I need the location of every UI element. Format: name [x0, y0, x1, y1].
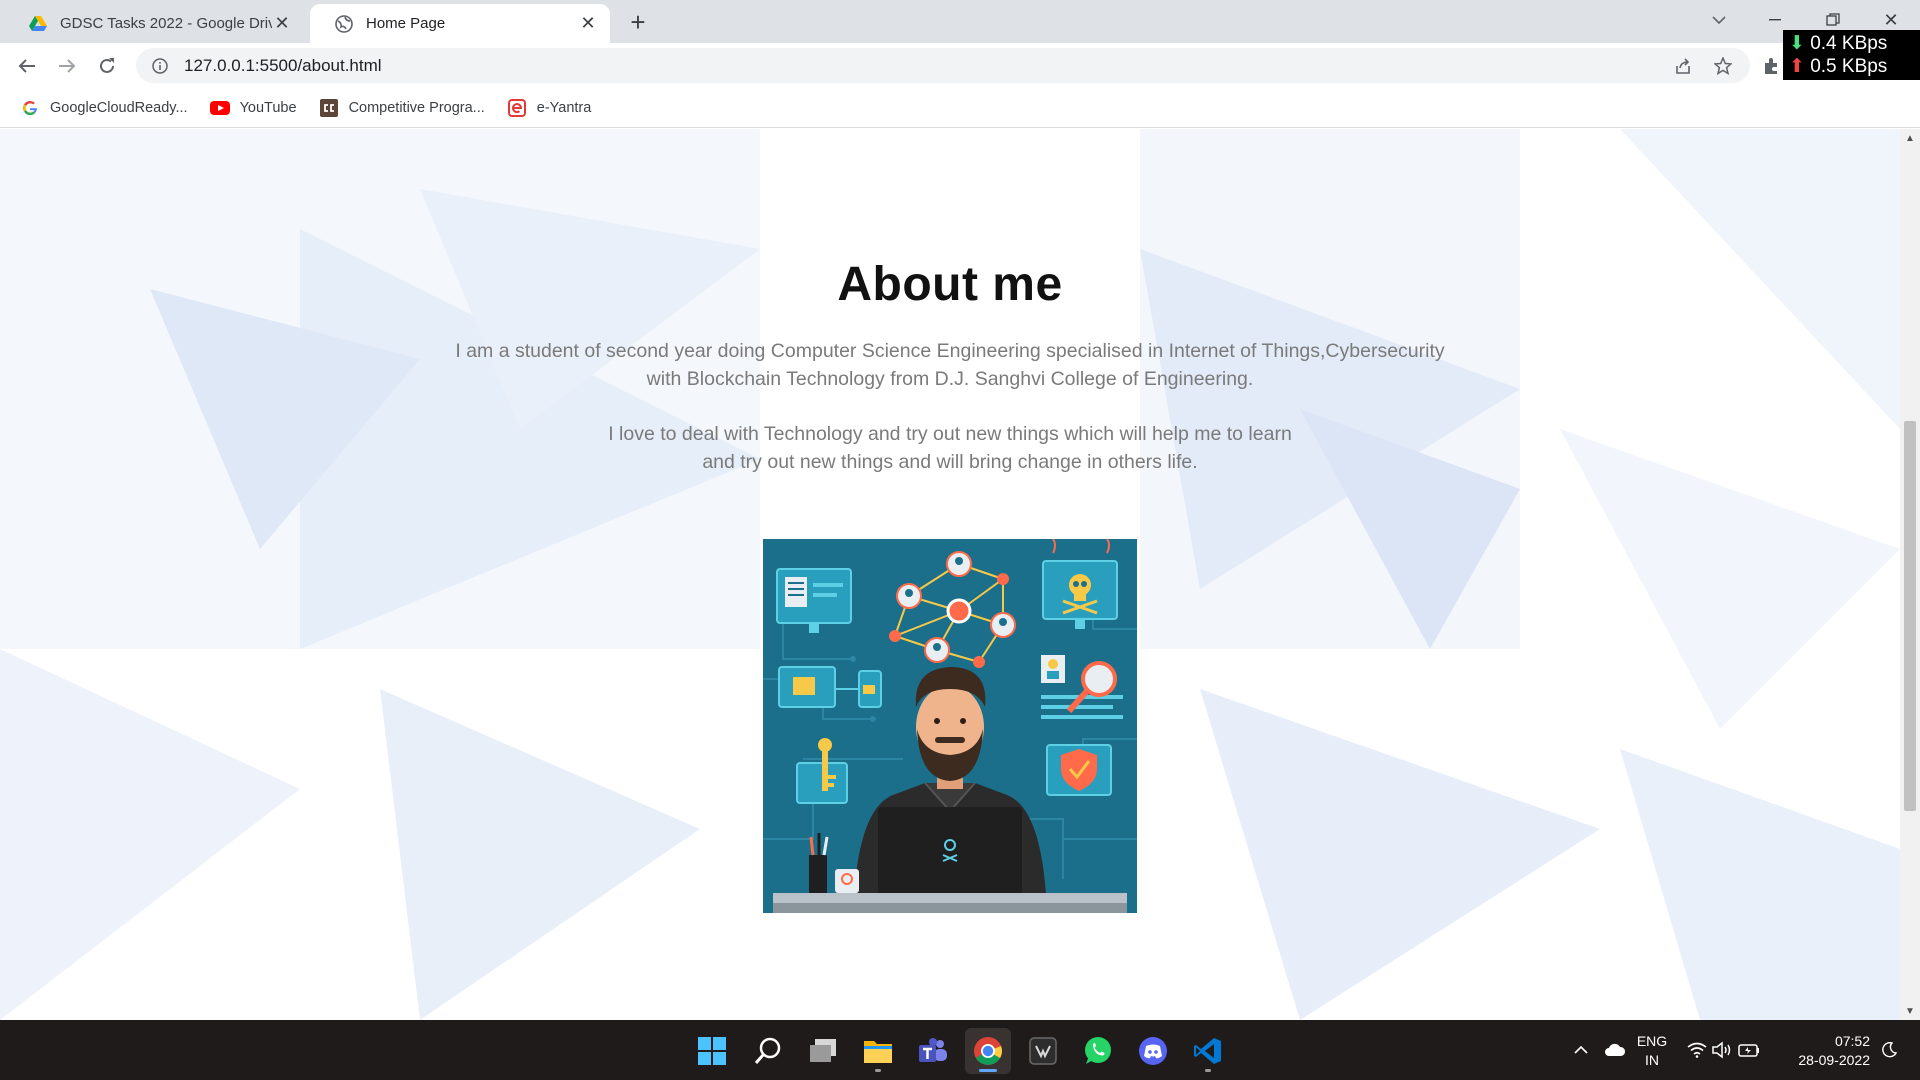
back-icon[interactable] — [12, 51, 42, 81]
download-arrow-icon: ⬇ — [1789, 33, 1805, 54]
date: 28-09-2022 — [1798, 1052, 1870, 1068]
whatsapp-icon[interactable] — [1075, 1028, 1121, 1074]
wifi-icon[interactable] — [1684, 1037, 1710, 1063]
bookmark-e-yantra[interactable]: e-Yantra — [507, 98, 592, 118]
hacker-illustration — [763, 539, 1137, 913]
windows-start-icon[interactable] — [689, 1028, 735, 1074]
share-icon[interactable] — [1668, 51, 1698, 81]
clock[interactable]: 07:52 28-09-2022 — [1778, 1032, 1870, 1070]
google-icon — [20, 98, 40, 118]
bookmark-googlecloudready[interactable]: GoogleCloudReady... — [20, 98, 188, 118]
tab-title: GDSC Tasks 2022 - Google Drive — [60, 15, 272, 32]
discord-icon[interactable] — [1130, 1028, 1176, 1074]
page-title: About me — [837, 258, 1063, 311]
bookmark-label: GoogleCloudReady... — [50, 99, 188, 116]
close-tab-icon[interactable]: ✕ — [578, 13, 598, 34]
bookmark-label: Competitive Progra... — [348, 99, 485, 116]
bookmark-star-icon[interactable] — [1708, 51, 1738, 81]
extensions-icon[interactable] — [1756, 51, 1786, 81]
vscode-icon[interactable] — [1185, 1028, 1231, 1074]
download-speed: 0.4 KBps — [1810, 33, 1888, 54]
tab-home-page[interactable]: Home Page ✕ — [310, 4, 610, 43]
upload-speed: 0.5 KBps — [1810, 56, 1888, 77]
focus-assist[interactable] — [1876, 1020, 1902, 1080]
address-text: 127.0.0.1:5500/about.html — [184, 55, 382, 75]
onedrive-cloud-icon[interactable] — [1602, 1037, 1628, 1063]
quick-settings[interactable] — [1684, 1020, 1762, 1080]
scroll-up-icon[interactable]: ▲ — [1900, 129, 1920, 147]
chevron-up-icon[interactable] — [1568, 1037, 1594, 1063]
paragraph-line: I love to deal with Technology and try o… — [608, 423, 1292, 445]
input-language[interactable]: ENG IN — [1630, 1032, 1674, 1070]
bookmark-youtube[interactable]: YouTube — [209, 98, 297, 118]
address-bar[interactable]: 127.0.0.1:5500/about.html — [136, 48, 1750, 83]
battery-icon[interactable] — [1736, 1037, 1762, 1063]
site-info-icon[interactable] — [150, 56, 170, 76]
running-indicator — [1205, 1069, 1211, 1072]
screen: GDSC Tasks 2022 - Google Drive ✕ Home Pa… — [0, 0, 1920, 1080]
running-indicator — [979, 1069, 997, 1072]
running-indicator — [875, 1069, 881, 1072]
moon-icon[interactable] — [1876, 1037, 1902, 1063]
language-line-1: ENG — [1636, 1033, 1668, 1049]
tab-strip: GDSC Tasks 2022 - Google Drive ✕ Home Pa… — [0, 0, 1920, 43]
language-line-2: IN — [1645, 1052, 1659, 1068]
new-tab-button[interactable]: + — [624, 7, 652, 37]
eyantra-icon — [507, 98, 527, 118]
chrome-icon[interactable] — [965, 1028, 1011, 1074]
browser-toolbar: 127.0.0.1:5500/about.html — [0, 43, 1920, 88]
paragraph-line: and try out new things and will bring ch… — [702, 451, 1198, 473]
forward-icon[interactable] — [52, 51, 82, 81]
scroll-thumb[interactable] — [1904, 421, 1916, 811]
terminal-icon[interactable] — [1020, 1028, 1066, 1074]
volume-icon[interactable] — [1710, 1037, 1736, 1063]
about-paragraph-1: I am a student of second year doing Comp… — [0, 337, 1900, 393]
youtube-icon — [209, 98, 230, 118]
task-view-icon[interactable] — [800, 1028, 846, 1074]
scroll-down-icon[interactable]: ▼ — [1900, 1002, 1920, 1020]
system-tray — [1568, 1020, 1628, 1080]
close-tab-icon[interactable]: ✕ — [272, 13, 292, 34]
teams-icon[interactable] — [910, 1028, 956, 1074]
page-viewport: About me I am a student of second year d… — [0, 129, 1900, 1020]
tab-google-drive[interactable]: GDSC Tasks 2022 - Google Drive ✕ — [4, 4, 304, 43]
paragraph-line: with Blockchain Technology from D.J. San… — [646, 368, 1254, 390]
network-speed-overlay: ⬇ 0.4 KBps ⬆ 0.5 KBps — [1783, 30, 1920, 80]
bookmarks-bar: GoogleCloudReady... YouTube Competitive … — [0, 88, 1920, 128]
codechef-icon — [319, 98, 339, 118]
search-icon[interactable] — [745, 1028, 791, 1074]
bookmark-competitive-programming[interactable]: Competitive Progra... — [319, 98, 485, 118]
tab-search-icon[interactable] — [1705, 6, 1733, 34]
paragraph-line: I am a student of second year doing Comp… — [455, 340, 1445, 362]
google-drive-icon — [28, 14, 48, 34]
globe-icon — [334, 14, 354, 34]
page-scrollbar[interactable]: ▲ ▼ — [1900, 129, 1920, 1020]
tab-title: Home Page — [366, 15, 446, 32]
file-explorer-icon[interactable] — [855, 1028, 901, 1074]
upload-arrow-icon: ⬆ — [1789, 56, 1805, 77]
time: 07:52 — [1834, 1033, 1870, 1049]
about-paragraph-2: I love to deal with Technology and try o… — [0, 420, 1900, 476]
taskbar: ENG IN 07:52 28-09-2022 — [0, 1020, 1920, 1080]
bookmark-label: YouTube — [239, 99, 297, 116]
bookmark-label: e-Yantra — [536, 99, 592, 116]
reload-icon[interactable] — [92, 51, 122, 81]
